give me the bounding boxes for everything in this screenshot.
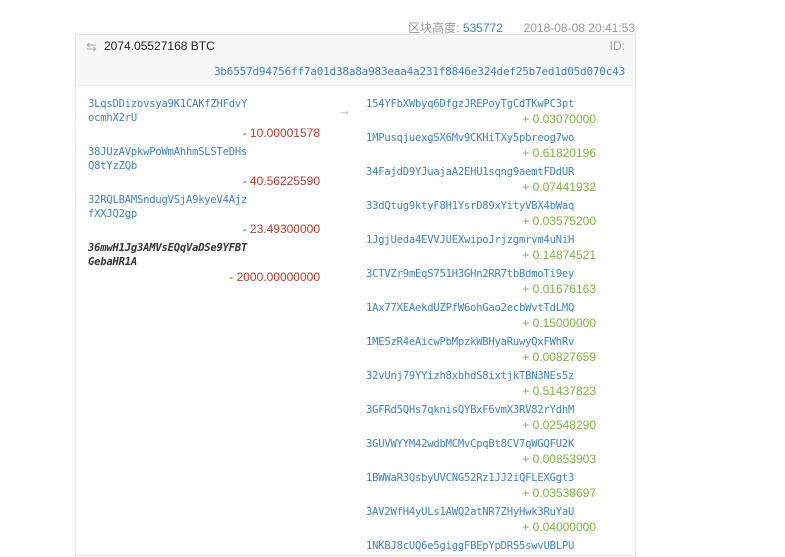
output-address[interactable]: 1MPusqjuexgSX6Mv9CKHiTXy5pbreog7wo xyxy=(366,131,596,145)
output-value: + 0.00827659 xyxy=(522,350,596,364)
input-address[interactable]: 3LqsDDizovsya9K1CAKfZHFdvYocmhX2rU xyxy=(88,97,248,125)
output-address[interactable]: 3CTVZr9mEqS751H3GHn2RR7tbBdmoTi9ey xyxy=(366,267,596,281)
input-value: - 40.56225590 xyxy=(242,174,320,188)
output-item: 3GUVWYYM42wdbMCMvCpqBt8CV7qWGQFU2K + 0.00… xyxy=(366,437,596,467)
output-item: 1JgjUeda4EVVJUEXwipoJrjzgmrvm4uNiH + 0.14… xyxy=(366,233,596,263)
output-value: + 0.15000000 xyxy=(522,316,596,330)
transaction-amount: 2074.05527168 BTC xyxy=(104,39,215,53)
output-address[interactable]: 1BWWaR3QsbyUVCNG52Rz1JJ2iQFLEXGgt3 xyxy=(366,471,596,485)
block-timestamp: 2018-08-08 20:41:53 xyxy=(523,21,635,35)
output-item: 3AV2WfH4yULs1AWQ2atNR7ZHyHwk3RuYaU + 0.04… xyxy=(366,505,596,535)
outputs-list: 154YFbXWbyq6DfgzJREPoyTgCdTKwPC3pt + 0.03… xyxy=(366,97,596,557)
output-address[interactable]: 32vUnj79YYizh8xbhdS8ixtjkTBN3NEs5z xyxy=(366,369,596,383)
output-item: 1Ax77XEAekdUZPfW6ohGao2ecbWvtTdLMQ + 0.15… xyxy=(366,301,596,331)
output-value: + 0.14874521 xyxy=(522,248,596,262)
right-arrow-icon: → xyxy=(338,103,351,118)
output-address[interactable]: 1Ax77XEAekdUZPfW6ohGao2ecbWvtTdLMQ xyxy=(366,301,596,315)
transaction-card: ⇆ 2074.05527168 BTC ID: 3b6557d94756ff7a… xyxy=(75,34,636,556)
output-address[interactable]: 3GFRd5QHs7qknisQYBxF6vmX3RV82rYdhM xyxy=(366,403,596,417)
output-item: 34FajdD9YJuajaA2EHU1sqng9aemtFDdUR + 0.07… xyxy=(366,165,596,195)
input-item: 38JUzAVpkwPoWmAhhmSLSTeDHsQ8tYzZQb - 40.5… xyxy=(88,145,320,189)
output-item: 154YFbXWbyq6DfgzJREPoyTgCdTKwPC3pt + 0.03… xyxy=(366,97,596,127)
output-address[interactable]: 1JgjUeda4EVVJUEXwipoJrjzgmrvm4uNiH xyxy=(366,233,596,247)
output-value: + 0.04000000 xyxy=(522,520,596,534)
output-address[interactable]: 33dQtug9ktyF8H1YsrD89xYityVBX4bWaq xyxy=(366,199,596,213)
output-value: + 0.00853903 xyxy=(522,452,596,466)
transaction-header: ⇆ 2074.05527168 BTC ID: 3b6557d94756ff7a… xyxy=(76,35,635,86)
output-value: + 0.61820196 xyxy=(522,146,596,160)
output-value: + 0.02548290 xyxy=(522,418,596,432)
output-address[interactable]: 34FajdD9YJuajaA2EHU1sqng9aemtFDdUR xyxy=(366,165,596,179)
swap-arrows-icon: ⇆ xyxy=(86,39,97,54)
output-address[interactable]: 1NKBJ8cUQ6e5giggFBEpYpDRS5swvUBLPU xyxy=(366,539,596,553)
output-item: 33dQtug9ktyF8H1YsrD89xYityVBX4bWaq + 0.03… xyxy=(366,199,596,229)
output-item: 3GFRd5QHs7qknisQYBxF6vmX3RV82rYdhM + 0.02… xyxy=(366,403,596,433)
transaction-hash-link[interactable]: 3b6557d94756ff7a01d38a8a983eaa4a231f8846… xyxy=(214,65,625,78)
output-value: + 0.03538697 xyxy=(522,486,596,500)
input-address[interactable]: 38JUzAVpkwPoWmAhhmSLSTeDHsQ8tYzZQb xyxy=(88,145,248,173)
output-address[interactable]: 1MESzR4eAicwPbMpzkWBHyaRuwyQxFWhRv xyxy=(366,335,596,349)
output-address[interactable]: 154YFbXWbyq6DfgzJREPoyTgCdTKwPC3pt xyxy=(366,97,596,111)
input-value: - 10.00001578 xyxy=(242,126,320,140)
output-item: 1MPusqjuexgSX6Mv9CKHiTXy5pbreog7wo + 0.61… xyxy=(366,131,596,161)
input-address: 36mwH1Jg3AMVsEQqVaDSe9YFBTGebaHR1A xyxy=(88,242,248,268)
output-value: + 0.03575200 xyxy=(522,214,596,228)
input-item: 3LqsDDizovsya9K1CAKfZHFdvYocmhX2rU - 10.0… xyxy=(88,97,320,141)
block-height-link[interactable]: 535772 xyxy=(463,21,503,35)
output-value: + 0.03070000 xyxy=(522,112,596,126)
inputs-list: 3LqsDDizovsya9K1CAKfZHFdvYocmhX2rU - 10.0… xyxy=(88,97,320,289)
input-item: 32RQLBAMSndugVSjA9kyeV4AjzfXXJQ2gp - 23.4… xyxy=(88,193,320,237)
input-value: - 2000.00000000 xyxy=(229,270,320,284)
output-address[interactable]: 3GUVWYYM42wdbMCMvCpqBt8CV7qWGQFU2K xyxy=(366,437,596,451)
transaction-id-label: ID: xyxy=(609,39,625,53)
block-height-label: 区块高度: xyxy=(408,21,460,35)
input-value: - 23.49300000 xyxy=(242,222,320,236)
input-address[interactable]: 32RQLBAMSndugVSjA9kyeV4AjzfXXJQ2gp xyxy=(88,193,248,221)
output-item: 3CTVZr9mEqS751H3GHn2RR7tbBdmoTi9ey + 0.01… xyxy=(366,267,596,297)
output-item: 1NKBJ8cUQ6e5giggFBEpYpDRS5swvUBLPU xyxy=(366,539,596,553)
output-item: 1BWWaR3QsbyUVCNG52Rz1JJ2iQFLEXGgt3 + 0.03… xyxy=(366,471,596,501)
output-value: + 0.07441932 xyxy=(522,180,596,194)
output-value: + 0.01676163 xyxy=(522,282,596,296)
input-item: 36mwH1Jg3AMVsEQqVaDSe9YFBTGebaHR1A - 2000… xyxy=(88,241,320,285)
output-value: + 0.51437823 xyxy=(522,384,596,398)
output-item: 32vUnj79YYizh8xbhdS8ixtjkTBN3NEs5z + 0.51… xyxy=(366,369,596,399)
output-item: 1MESzR4eAicwPbMpzkWBHyaRuwyQxFWhRv + 0.00… xyxy=(366,335,596,365)
output-address[interactable]: 3AV2WfH4yULs1AWQ2atNR7ZHyHwk3RuYaU xyxy=(366,505,596,519)
